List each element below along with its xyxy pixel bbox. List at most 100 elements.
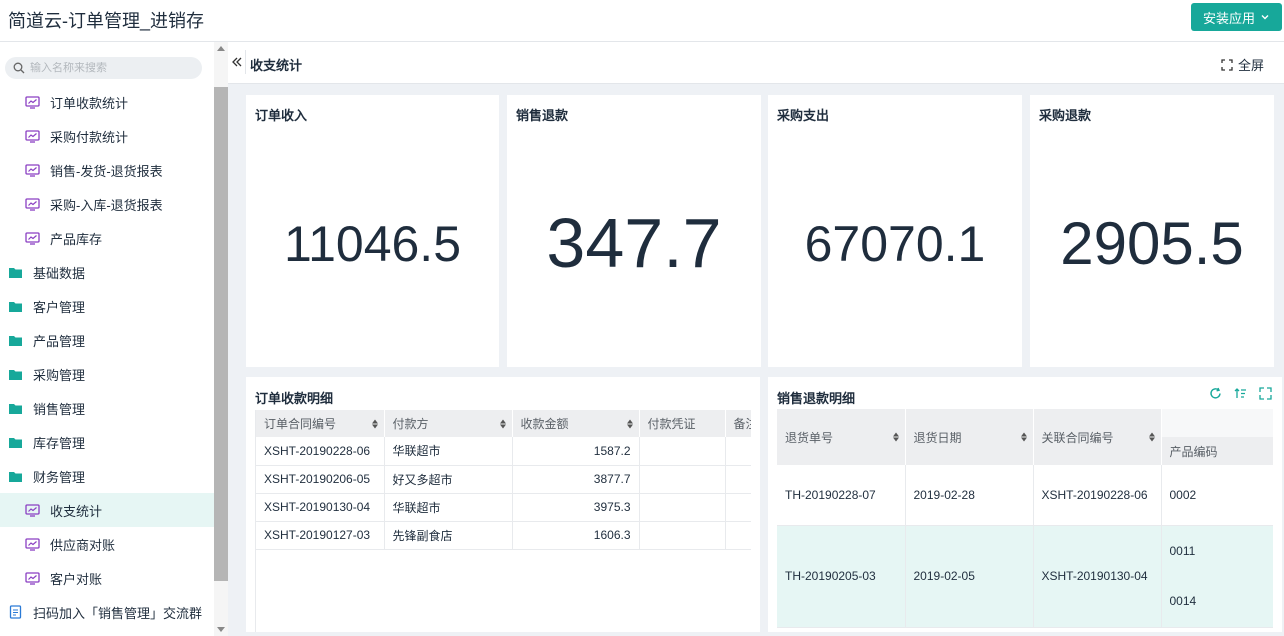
scroll-thumb[interactable] [214,87,228,581]
sort-icon[interactable] [1234,387,1247,400]
table-cell: TH-20190205-03 [777,525,906,628]
column-group-header [1161,409,1273,437]
sidebar-item-label: 供应商对账 [50,537,116,553]
sort-icon[interactable] [1148,432,1155,442]
table-cell: XSHT-20190127-03 [256,521,385,550]
scroll-up-arrow-icon[interactable] [217,46,225,51]
table-row[interactable]: TH-20190228-07 2019-02-28 XSHT-20190228-06… [777,465,1273,526]
stat-card-title: 采购支出 [777,108,830,123]
expand-icon[interactable] [1259,387,1272,400]
table-row[interactable]: XSHT-20190206-05 好又多超市 3877.7 [256,465,751,494]
sidebar-item[interactable]: 采购-入库-退货报表 [0,187,214,221]
column-header[interactable]: 付款凭证 [639,410,726,437]
scroll-down-arrow-icon[interactable] [217,627,225,632]
sidebar-search[interactable] [5,57,202,79]
column-header-label: 产品编码 [1169,444,1218,459]
table-cell: 3975.3 [512,493,640,522]
sales-refunds-table-wrap[interactable]: 退货单号 退货日期 关联合同编号产品编码 TH-20190228-07 2019-02… [777,409,1273,632]
panel-title: 销售退款明细 [777,391,856,406]
column-header-label: 付款凭证 [647,417,696,431]
column-header[interactable]: 退货日期 [905,409,1034,465]
column-header[interactable]: 收款金额 [512,410,640,437]
sort-icon[interactable] [892,432,899,442]
report-chart-icon [25,163,40,177]
sidebar-item[interactable]: 财务管理 [0,459,214,493]
column-header[interactable]: 关联合同编号 [1033,409,1162,465]
sidebar-item[interactable]: 库存管理 [0,425,214,459]
column-header[interactable]: 备注 [725,410,751,437]
refresh-icon[interactable] [1209,387,1222,400]
sort-icon[interactable] [371,419,378,428]
sidebar-item[interactable]: 客户管理 [0,289,214,323]
report-chart-icon [25,129,40,143]
folder-icon [8,367,23,381]
sidebar-item[interactable]: 供应商对账 [0,527,214,561]
stat-card-title: 订单收入 [255,108,308,123]
table-row[interactable]: TH-20190205-03 2019-02-05 XSHT-20190130-04… [777,525,1273,628]
sidebar-item-label: 产品管理 [33,333,86,349]
stat-card-purchase-expense: 采购支出 67070.1 [768,95,1022,367]
sort-icon[interactable] [499,419,506,428]
install-app-button[interactable]: 安装应用 [1191,3,1282,31]
fullscreen-label: 全屏 [1237,58,1264,73]
table-cell: 华联超市 [384,493,513,522]
column-header[interactable]: 订单合同编号 [256,410,385,437]
report-chart-icon [25,537,40,551]
sidebar-item[interactable]: 产品库存 [0,221,214,255]
fullscreen-button[interactable]: 全屏 [1221,55,1264,74]
product-code: 0002 [1169,487,1197,502]
report-chart-icon [25,503,40,517]
sidebar-item[interactable]: 采购管理 [0,357,214,391]
table-cell [639,493,726,522]
folder-icon [8,333,23,347]
stat-card-purchase-refund: 采购退款 2905.5 [1030,95,1274,367]
table-row[interactable]: XSHT-20190127-03 先锋副食店 1606.3 [256,521,751,550]
stat-card-sales-refund: 销售退款 347.7 [507,95,761,367]
table-cell [725,521,751,550]
report-chart-icon [25,571,40,585]
sidebar-item[interactable]: 收支统计 [0,493,214,527]
sort-icon[interactable] [626,419,633,428]
sidebar-item[interactable]: 基础数据 [0,255,214,289]
column-header[interactable]: 产品编码 [1161,437,1273,465]
sidebar-item[interactable]: 扫码加入「销售管理」交流群 [0,595,214,629]
sidebar-item-label: 订单收款统计 [50,95,129,111]
table-cell: XSHT-20190228-06 [256,437,385,466]
column-header[interactable]: 退货单号 [777,409,906,465]
table-cell [639,521,726,550]
column-header-label: 关联合同编号 [1041,430,1114,445]
order-receipts-table: 订单合同编号付款方收款金额付款凭证备注 XSHT-20190228-06华联超市… [256,410,751,550]
app-title: 简道云-订单管理_进销存 [8,11,205,31]
sidebar-item[interactable]: 产品管理 [0,323,214,357]
sidebar-item[interactable]: 客户对账 [0,561,214,595]
sidebar-item[interactable]: 销售管理 [0,391,214,425]
table-row[interactable]: XSHT-20190130-04 华联超市 3975.3 [256,493,751,522]
fullscreen-icon [1221,58,1233,71]
sidebar-item[interactable]: 订单收款统计 [0,85,214,119]
column-header-label: 退货单号 [785,430,834,445]
table-cell: 好又多超市 [384,465,513,494]
column-header-label: 收款金额 [520,417,569,431]
table-row[interactable]: XSHT-20190228-06 华联超市 1587.2 [256,437,751,466]
sidebar-nav: 订单收款统计采购付款统计 销售-发货-退货报表 采购-入库-退货报表 产品库存 基础数据… [0,85,214,629]
table-cell: TH-20190228-07 [777,465,906,526]
table-cell: 0002 [1161,465,1273,526]
stat-card-title: 采购退款 [1039,108,1092,123]
table-cell [639,437,726,466]
table-cell: 华联超市 [384,437,513,466]
stat-card-order-income: 订单收入 11046.5 [246,95,499,367]
sidebar-scrollbar[interactable] [214,42,228,636]
table-cell [725,493,751,522]
table-cell: XSHT-20190206-05 [256,465,385,494]
sidebar-item-label: 客户管理 [33,299,86,315]
sort-icon[interactable] [1020,432,1027,442]
sidebar-item[interactable]: 采购付款统计 [0,119,214,153]
search-input[interactable] [30,62,190,74]
order-receipts-table-wrap[interactable]: 订单合同编号付款方收款金额付款凭证备注 XSHT-20190228-06华联超市… [255,410,751,632]
column-header-label: 退货日期 [913,430,962,445]
sidebar-item[interactable]: 销售-发货-退货报表 [0,153,214,187]
sidebar-item-label: 收支统计 [50,503,103,519]
product-code: 0011 [1169,544,1196,558]
column-header[interactable]: 付款方 [384,410,513,437]
collapse-sidebar-button[interactable] [228,50,246,74]
